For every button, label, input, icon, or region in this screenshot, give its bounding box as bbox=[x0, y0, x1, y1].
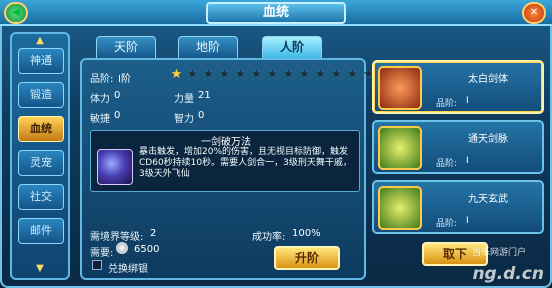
list-item[interactable]: 太白剑体 品阶: I bbox=[372, 60, 544, 114]
tab-renjie[interactable]: 人阶 bbox=[262, 36, 322, 58]
sidebar-item-shejiao[interactable]: 社交 bbox=[18, 184, 64, 210]
sidebar-item-shentong[interactable]: 神通 bbox=[18, 48, 64, 74]
skill-sword-icon[interactable] bbox=[97, 149, 133, 185]
stat-label-tili: 体力 bbox=[90, 94, 110, 105]
silver-coin-icon bbox=[116, 242, 128, 254]
rank-star-icon: ★ bbox=[202, 67, 215, 82]
list-item-rank-value: I bbox=[466, 156, 469, 166]
rank-star-icon: ★ bbox=[266, 67, 279, 82]
skill-box: 一剑破万法 暴击触发，增加20%的伤害，且无视目标防御，触发CD60秒持续10秒… bbox=[90, 130, 360, 192]
tab-dijie[interactable]: 地阶 bbox=[178, 36, 238, 58]
exchange-checkbox[interactable] bbox=[92, 260, 102, 270]
rank-value: I阶 bbox=[118, 74, 131, 85]
rank-star-icon: ★ bbox=[234, 67, 247, 82]
window-title: 血统 bbox=[206, 2, 346, 24]
required-level-label: 需境界等级: bbox=[90, 232, 144, 243]
skill-description: 暴击触发，增加20%的伤害，且无视目标防御，触发CD60秒持续10秒。需要人剑合… bbox=[139, 147, 352, 179]
bloodline-taibai-icon bbox=[378, 66, 422, 110]
bloodline-tongtian-icon bbox=[378, 126, 422, 170]
stat-label-liliang: 力量 bbox=[174, 94, 194, 105]
list-item-rank-label: 品阶: bbox=[436, 219, 458, 229]
rank-star-icon: ★ bbox=[298, 67, 311, 82]
sidebar-item-duanzao[interactable]: 锻造 bbox=[18, 82, 64, 108]
rank-star-icon: ★ bbox=[186, 67, 199, 82]
list-item-title: 九天玄武 bbox=[468, 194, 508, 205]
success-rate-value: 100% bbox=[292, 228, 321, 239]
list-item-title: 太白剑体 bbox=[468, 74, 508, 85]
list-item[interactable]: 通天剑脉 品阶: I bbox=[372, 120, 544, 174]
rank-star-icon: ★ bbox=[218, 67, 231, 82]
bloodline-detail-panel: 品阶: I阶 ★★★★★★★★★★★★★★★ 体力 0 力量 21 敏捷 0 智… bbox=[80, 58, 406, 280]
back-icon[interactable]: ◀ bbox=[4, 2, 28, 24]
scroll-up-icon[interactable]: ▲ bbox=[30, 36, 50, 46]
cost-label: 需要: bbox=[90, 248, 114, 259]
sidebar-item-youjian[interactable]: 邮件 bbox=[18, 218, 64, 244]
upgrade-button[interactable]: 升阶 bbox=[274, 246, 340, 270]
list-item-rank-label: 品阶: bbox=[436, 159, 458, 169]
list-item-rank-value: I bbox=[466, 96, 469, 106]
stat-value-zhili: 0 bbox=[198, 110, 205, 121]
rank-star-icon: ★ bbox=[346, 67, 359, 82]
stat-label-minjie: 敏捷 bbox=[90, 114, 110, 125]
rank-star-icon: ★ bbox=[250, 67, 263, 82]
tab-tianjie[interactable]: 天阶 bbox=[96, 36, 156, 58]
close-icon[interactable]: ✕ bbox=[522, 2, 546, 24]
list-item-rank-value: I bbox=[466, 216, 469, 226]
rank-star-icon: ★ bbox=[170, 67, 183, 82]
skill-name: 一剑破万法 bbox=[201, 137, 251, 148]
rank-star-icon: ★ bbox=[314, 67, 327, 82]
rank-star-icon: ★ bbox=[330, 67, 343, 82]
sidebar-item-lingchong[interactable]: 灵宠 bbox=[18, 150, 64, 176]
rank-star-icon: ★ bbox=[282, 67, 295, 82]
stat-value-minjie: 0 bbox=[114, 110, 121, 121]
list-item-rank-label: 品阶: bbox=[436, 99, 458, 109]
success-rate-label: 成功率: bbox=[252, 232, 286, 243]
list-item-title: 通天剑脉 bbox=[468, 134, 508, 145]
list-item[interactable]: 九天玄武 品阶: I bbox=[372, 180, 544, 234]
stat-label-zhili: 智力 bbox=[174, 114, 194, 125]
required-level-value: 2 bbox=[150, 228, 157, 239]
stat-value-tili: 0 bbox=[114, 90, 121, 101]
exchange-label: 兑换绑银 bbox=[108, 264, 148, 275]
watermark-subtitle: 当乐网游门户 bbox=[471, 248, 526, 258]
stat-value-liliang: 21 bbox=[198, 90, 211, 101]
sidebar: ▲ 神通 锻造 血统 灵宠 社交 邮件 ▼ bbox=[10, 32, 70, 280]
watermark-brand: ng.d.cn bbox=[472, 264, 544, 284]
sidebar-item-xuetong[interactable]: 血统 bbox=[18, 116, 64, 142]
rank-label: 品阶: bbox=[90, 74, 114, 85]
scroll-down-icon[interactable]: ▼ bbox=[30, 264, 50, 274]
cost-value: 6500 bbox=[134, 244, 160, 255]
bloodline-jiutian-icon bbox=[378, 186, 422, 230]
